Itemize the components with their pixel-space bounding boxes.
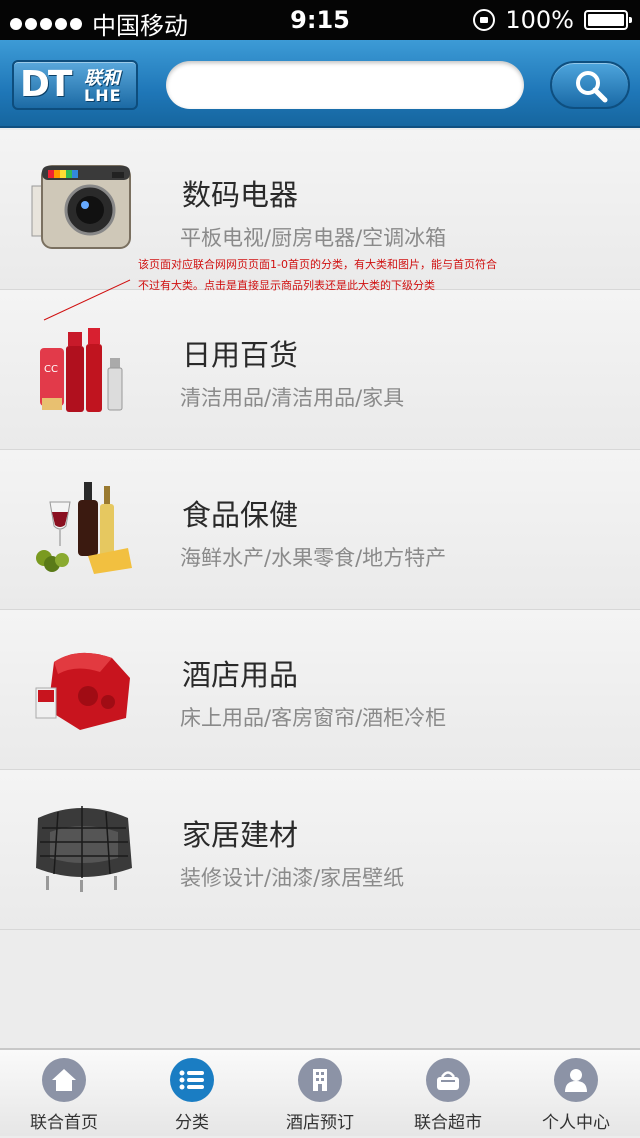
list-icon — [170, 1058, 214, 1102]
tab-label: 联合首页 — [30, 1113, 98, 1133]
category-title: 食品保健 — [182, 498, 299, 532]
category-row-home[interactable]: 家居建材 装修设计/油漆/家居壁纸 — [0, 770, 640, 930]
home-icon — [42, 1058, 86, 1102]
svg-text:CC: CC — [44, 364, 58, 375]
category-subtitle: 床上用品/客房窗帘/酒柜冷柜 — [180, 706, 447, 730]
tab-supermarket[interactable]: 联合超市 — [384, 1050, 512, 1138]
tab-hotel[interactable]: 酒店预订 — [256, 1050, 384, 1138]
tab-category[interactable]: 分类 — [128, 1050, 256, 1138]
tab-profile[interactable]: 个人中心 — [512, 1050, 640, 1138]
tab-home[interactable]: 联合首页 — [0, 1050, 128, 1138]
bedding-icon — [35, 652, 130, 730]
building-icon — [298, 1058, 342, 1102]
category-title: 家居建材 — [182, 818, 299, 852]
armchair-icon — [36, 806, 132, 892]
user-icon — [554, 1058, 598, 1102]
wine-food-icon — [36, 482, 132, 574]
tab-label: 个人中心 — [542, 1113, 610, 1133]
annotation-line-1: 该页面对应联合网网页页面1-0首页的分类，有大类和图片，能与首页符合 — [138, 258, 497, 271]
tab-label: 联合超市 — [414, 1113, 482, 1133]
basket-icon — [426, 1058, 470, 1102]
category-row-food[interactable]: 食品保健 海鲜水产/水果零食/地方特产 — [0, 450, 640, 610]
annotation-line-2: 不过有大类。点击是直接显示商品列表还是此大类的下级分类 — [138, 279, 435, 292]
category-subtitle: 装修设计/油漆/家居壁纸 — [180, 866, 405, 890]
category-row-hotel[interactable]: 酒店用品 床上用品/客房窗帘/酒柜冷柜 — [0, 610, 640, 770]
tab-label: 酒店预订 — [286, 1113, 354, 1133]
category-subtitle: 清洁用品/清洁用品/家具 — [180, 386, 405, 410]
annotation-note: 该页面对应联合网网页页面1-0首页的分类，有大类和图片，能与首页符合 不过有大类… — [138, 254, 558, 296]
tab-bar: 联合首页 分类 酒店预订 联合超市 个人中心 — [0, 1048, 640, 1136]
category-subtitle: 海鲜水产/水果零食/地方特产 — [180, 546, 447, 570]
tab-label: 分类 — [175, 1113, 209, 1133]
category-title: 酒店用品 — [182, 658, 299, 692]
